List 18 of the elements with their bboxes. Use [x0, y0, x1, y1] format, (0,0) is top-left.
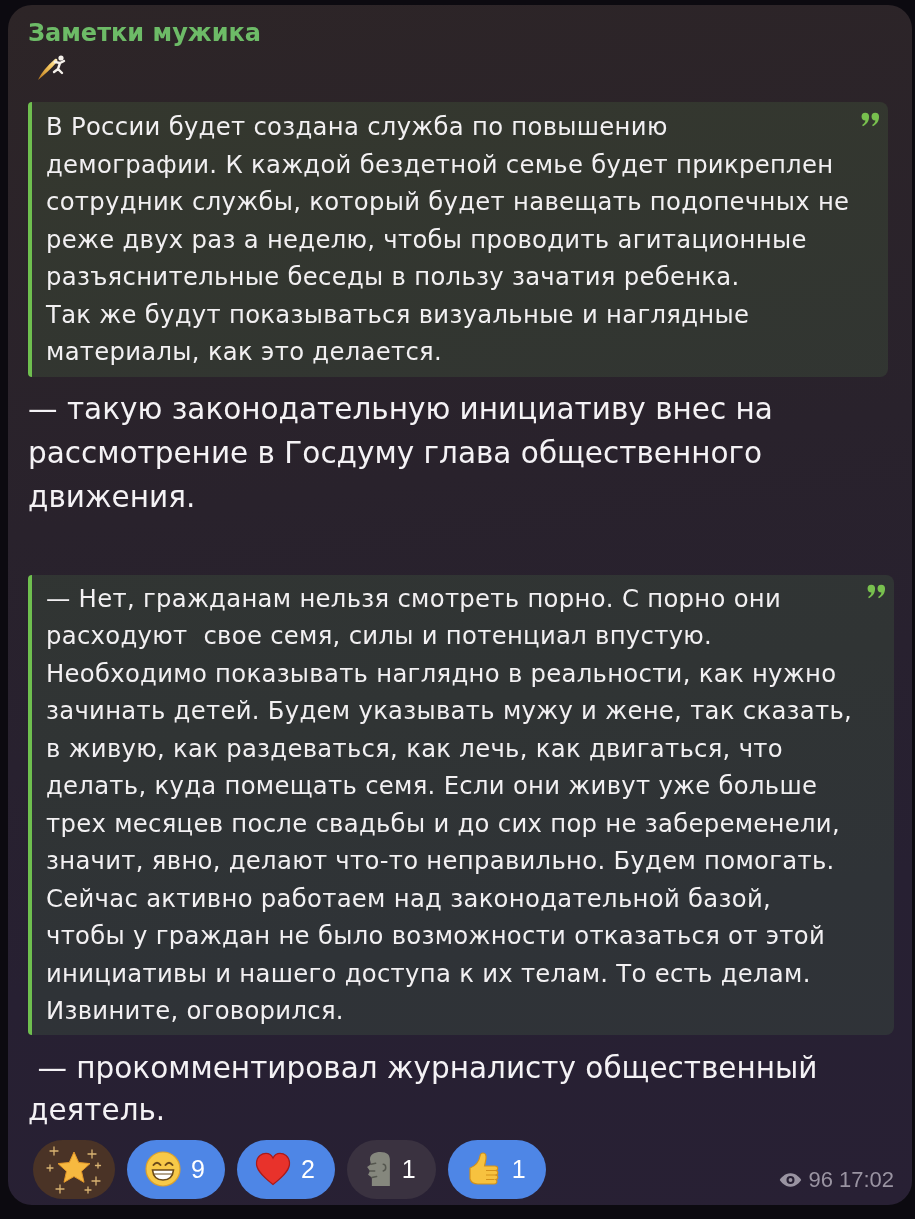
channel-name[interactable]: Заметки мужика	[28, 16, 261, 50]
grinning-face-icon	[145, 1151, 181, 1187]
heart-icon	[254, 1151, 291, 1187]
eye-icon	[779, 1171, 803, 1188]
quote-text: В России будет создана служба по повышению демографии. К каждой бездетной семье будет прикреплен сотрудник службы, который будет навещать подопечных не реже двух раз а неделю, чтобы проводить агитационные разъяснительные беседы в пользу зачатия ребенка. Так же будут показываться визуальные и наглядные материалы, как это делается.	[46, 111, 850, 368]
quote-icon	[861, 112, 880, 127]
reaction-button[interactable]: 9	[127, 1139, 225, 1199]
reaction-button[interactable]: 2	[236, 1139, 335, 1199]
message-time: 17:02	[838, 1166, 894, 1193]
message-text: — такую законодательную инициативу внес на рассмотрение в Госдуму глава общественного движения.	[28, 390, 774, 516]
quote-icon	[867, 583, 886, 599]
reaction-button[interactable]: 1	[346, 1139, 436, 1199]
reaction-button[interactable]: 1	[447, 1139, 546, 1199]
comet-icon	[37, 53, 67, 81]
message-text: — прокомментировал журналисту общественный деятель.	[28, 1049, 819, 1129]
quote-text: — Нет, гражданам нельзя смотреть порно. С порно они расходуют свое семя, силы и потенциал впустую. Необходимо показывать наглядно в реальности, как нужно зачинать детей. Будем указывать мужу и жене, так сказать, в живую, как раздеваться, как лечь, как двигаться, что делать, куда помещать семя. Если они живут уже больше трех месяцев после свадьбы и до сих пор не забеременели, значит, явно, делают что-то неправильно. Будем помогать. Сейчас активно работаем над законодательной базой, чтобы у граждан не было возможности отказаться от этой инициативы и нашего доступа к их телам. То есть делам. Извините, оговорился.	[46, 582, 853, 1027]
view-count: 96	[808, 1166, 833, 1193]
stone-head-icon	[364, 1151, 392, 1187]
